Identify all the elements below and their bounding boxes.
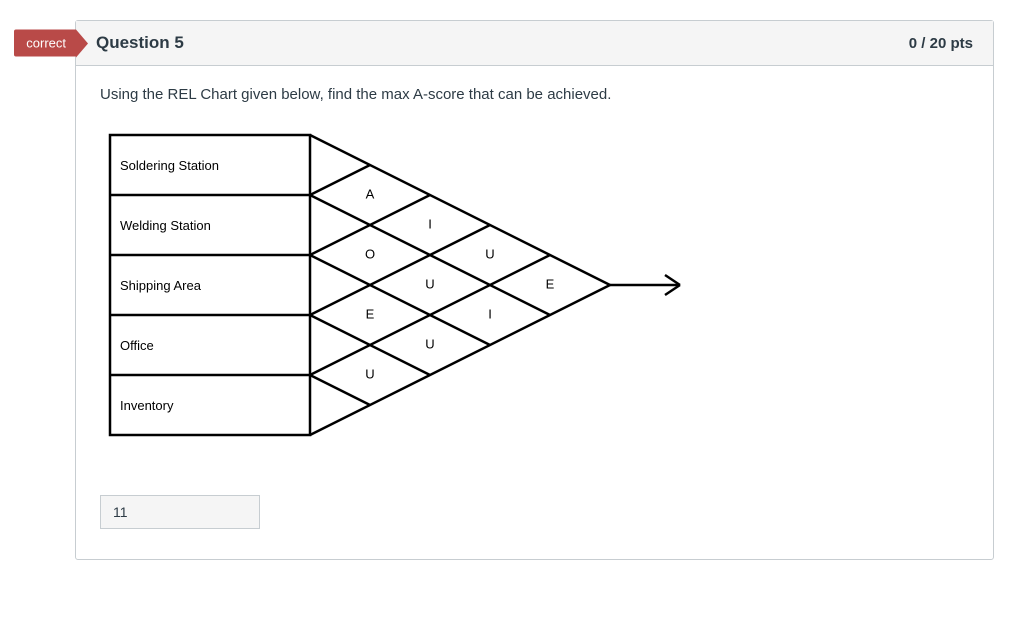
rel-code: U — [425, 276, 434, 291]
rel-code: O — [365, 246, 375, 261]
incorrect-tag: correct — [14, 30, 76, 57]
rel-code: I — [428, 216, 432, 231]
rel-code: E — [366, 306, 375, 321]
department-label: Office — [120, 338, 154, 353]
question-card: correct Question 5 0 / 20 pts Using the … — [75, 20, 994, 560]
rel-code: A — [366, 186, 375, 201]
question-prompt: Using the REL Chart given below, find th… — [100, 86, 969, 103]
department-label: Inventory — [120, 398, 174, 413]
rel-code: U — [365, 366, 374, 381]
answer-input[interactable]: 11 — [100, 495, 260, 529]
question-title: Question 5 — [96, 33, 184, 53]
rel-code: U — [485, 246, 494, 261]
rel-code: I — [488, 306, 492, 321]
question-points: 0 / 20 pts — [909, 35, 973, 52]
department-label: Shipping Area — [120, 278, 202, 293]
question-body: Using the REL Chart given below, find th… — [76, 66, 993, 559]
question-header: correct Question 5 0 / 20 pts — [76, 21, 993, 66]
department-label: Soldering Station — [120, 158, 219, 173]
rel-chart-diagram: Soldering Station Welding Station Shippi… — [100, 125, 720, 465]
department-label: Welding Station — [120, 218, 211, 233]
rel-code: U — [425, 336, 434, 351]
rel-code: E — [546, 276, 555, 291]
